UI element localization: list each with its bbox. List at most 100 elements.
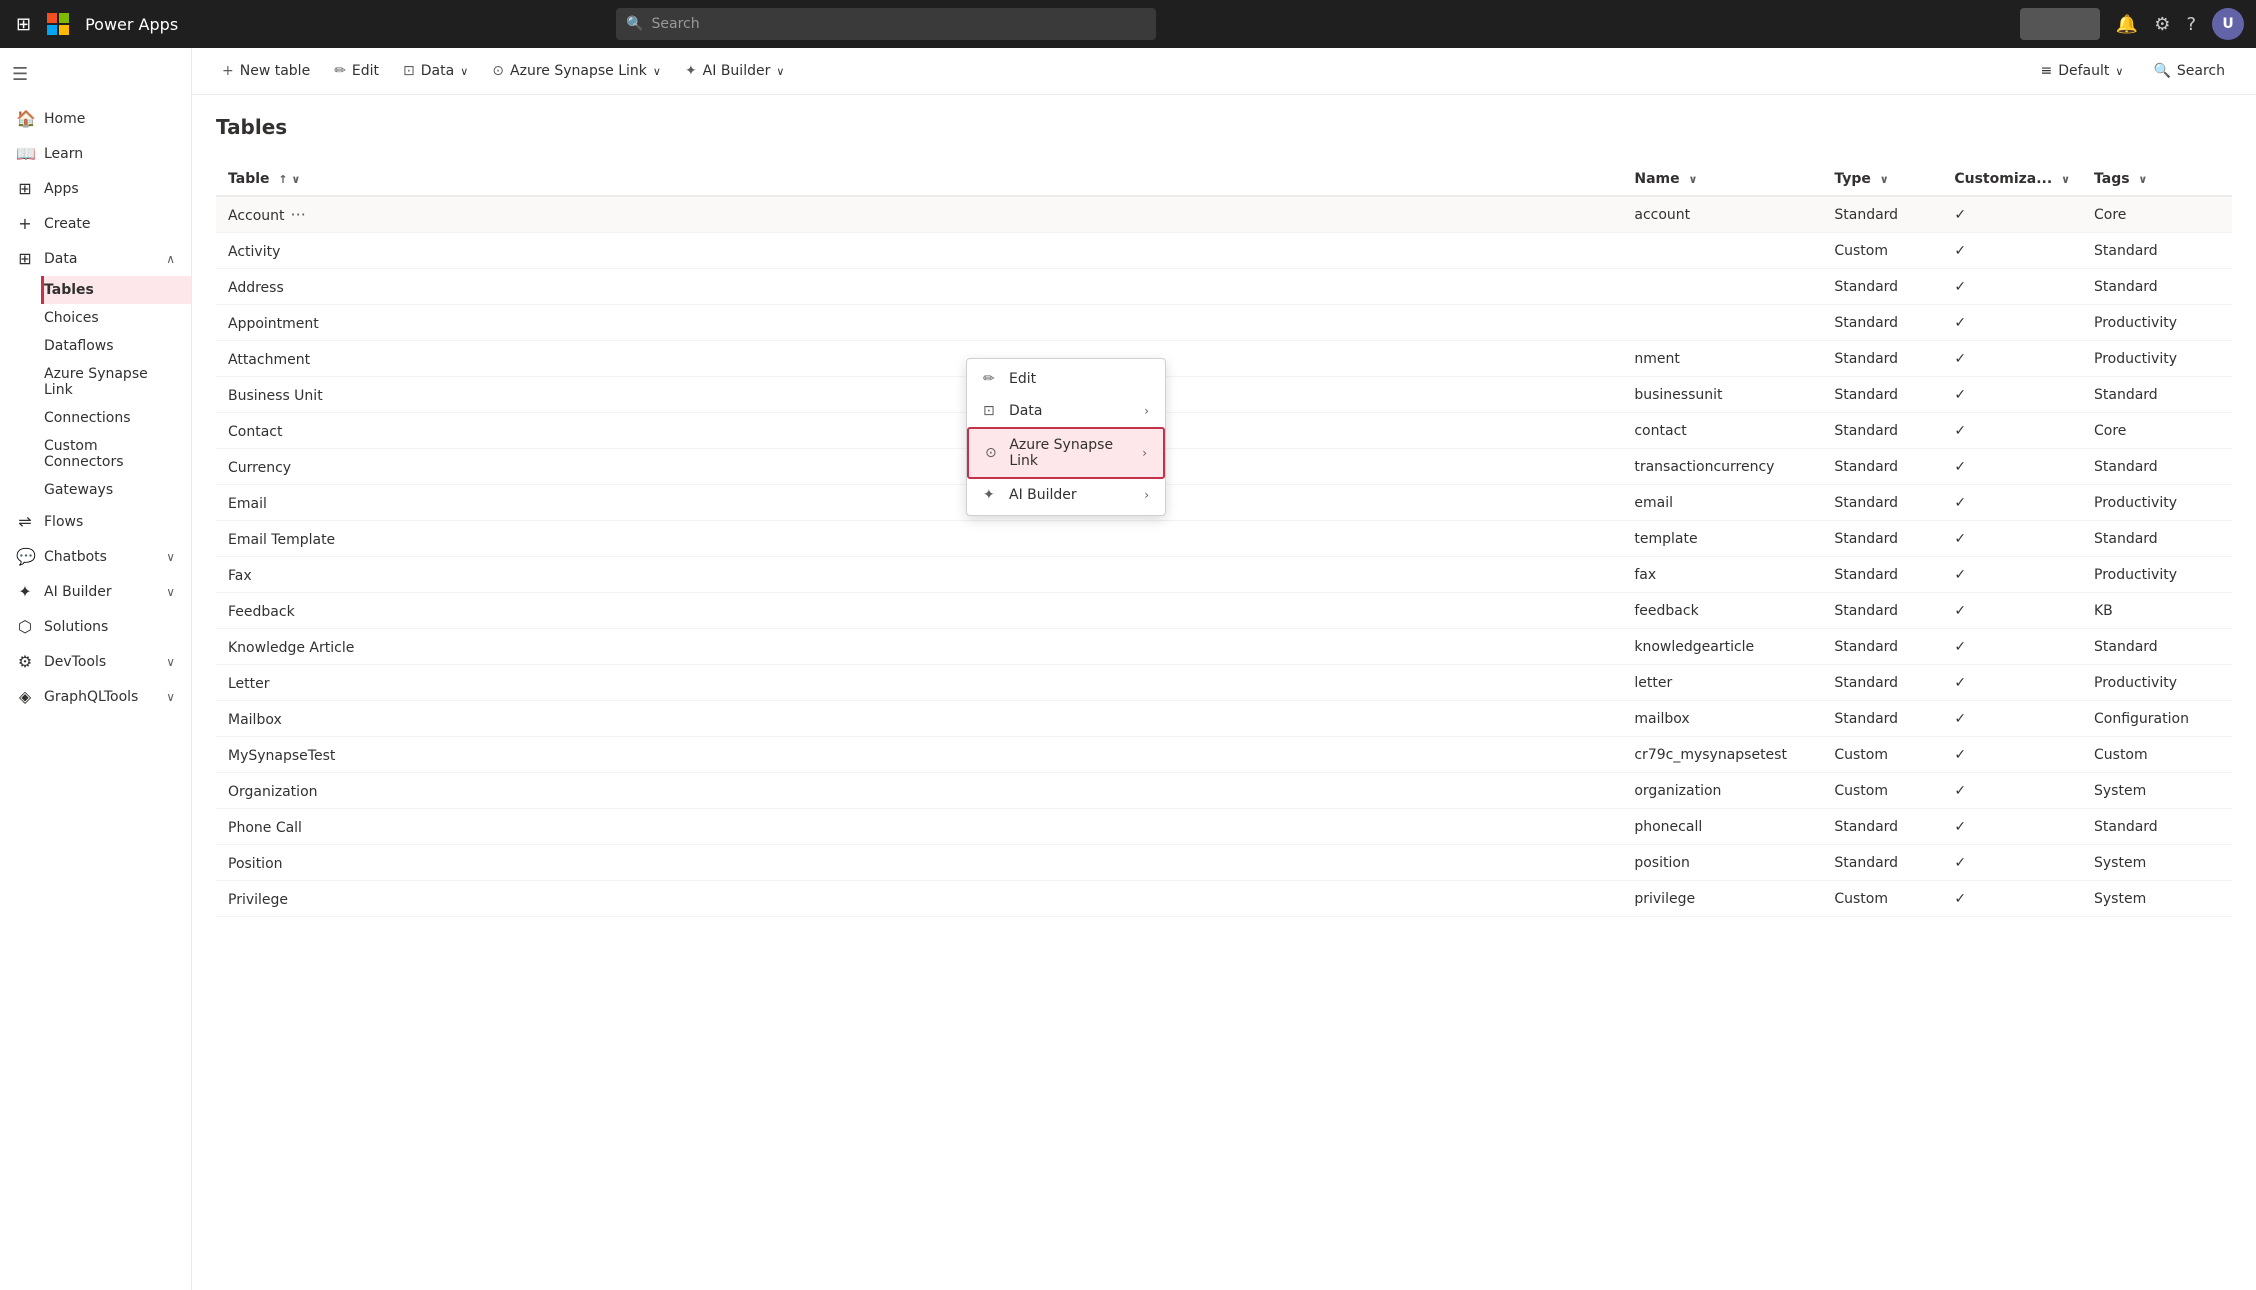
- check-icon: ✓: [1954, 531, 1966, 547]
- cell-type: Standard: [1822, 809, 1942, 845]
- cell-customizable: ✓: [1942, 629, 2082, 665]
- table-row: Mailbox···mailboxStandard✓Configuration: [216, 701, 2232, 737]
- cell-tags: Custom: [2082, 737, 2232, 773]
- create-icon: +: [16, 214, 34, 233]
- table-row: MySynapseTest···cr79c_mysynapsetestCusto…: [216, 737, 2232, 773]
- cell-table-name: Email Template···: [216, 521, 1622, 557]
- help-icon[interactable]: ?: [2186, 14, 2196, 35]
- sidebar-item-label: AI Builder: [44, 584, 112, 600]
- chevron-up-icon: ∧: [166, 252, 175, 266]
- cell-tags: System: [2082, 773, 2232, 809]
- sidebar: ☰ 🏠 Home 📖 Learn ⊞ Apps + Create ⊞ Data …: [0, 48, 192, 1290]
- row-options-button[interactable]: ···: [285, 203, 312, 226]
- sidebar-item-graphqltools[interactable]: ◈ GraphQLTools ∨: [0, 679, 191, 714]
- edit-button[interactable]: ✏ Edit: [324, 57, 389, 85]
- sidebar-sub-item-gateways[interactable]: Gateways: [44, 476, 191, 504]
- cell-customizable: ✓: [1942, 521, 2082, 557]
- cell-name: letter: [1622, 665, 1822, 701]
- cell-name: organization: [1622, 773, 1822, 809]
- context-menu-item-ai-builder[interactable]: ✦ AI Builder ›: [967, 479, 1165, 511]
- sidebar-sub-item-choices[interactable]: Choices: [44, 304, 191, 332]
- data-chevron-icon: ∨: [460, 65, 468, 78]
- check-icon: ✓: [1954, 315, 1966, 331]
- ai-builder-icon: ✦: [685, 63, 697, 79]
- type-sort-icon: ∨: [1880, 173, 1889, 186]
- sidebar-item-data[interactable]: ⊞ Data ∧: [0, 241, 191, 276]
- azure-synapse-link-button[interactable]: ⊙ Azure Synapse Link ∨: [482, 57, 671, 85]
- check-icon: ✓: [1954, 495, 1966, 511]
- customizable-col-label: Customiza...: [1954, 171, 2052, 187]
- sidebar-collapse-button[interactable]: ☰: [0, 56, 191, 93]
- table-row: Attachment···nmentStandard✓Productivity: [216, 341, 2232, 377]
- table-col-header-tags[interactable]: Tags ∨: [2082, 163, 2232, 196]
- top-search-input[interactable]: [652, 16, 1147, 32]
- cell-table-name: Letter···: [216, 665, 1622, 701]
- data-icon: ⊞: [16, 249, 34, 268]
- waffle-icon[interactable]: ⊞: [12, 10, 35, 39]
- table-col-header-customizable[interactable]: Customiza... ∨: [1942, 163, 2082, 196]
- sidebar-top: ☰: [0, 48, 191, 101]
- tags-col-label: Tags: [2094, 171, 2130, 187]
- table-col-label: Table: [228, 171, 270, 187]
- sidebar-item-apps[interactable]: ⊞ Apps: [0, 171, 191, 206]
- sidebar-item-ai-builder[interactable]: ✦ AI Builder ∨: [0, 574, 191, 609]
- sidebar-item-solutions[interactable]: ⬡ Solutions: [0, 609, 191, 644]
- notification-icon[interactable]: 🔔: [2116, 14, 2138, 35]
- chevron-right-icon: ›: [1144, 404, 1149, 418]
- cell-tags: Productivity: [2082, 341, 2232, 377]
- check-icon: ✓: [1954, 783, 1966, 799]
- sidebar-sub-item-dataflows[interactable]: Dataflows: [44, 332, 191, 360]
- cell-table-name: Email···: [216, 485, 1622, 521]
- data-button[interactable]: ⊡ Data ∨: [393, 57, 478, 85]
- sidebar-sub-item-connections[interactable]: Connections: [44, 404, 191, 432]
- cell-name: [1622, 305, 1822, 341]
- sidebar-item-label: Apps: [44, 181, 79, 197]
- table-row: Fax···faxStandard✓Productivity: [216, 557, 2232, 593]
- sidebar-item-create[interactable]: + Create: [0, 206, 191, 241]
- settings-icon[interactable]: ⚙: [2154, 14, 2170, 35]
- search-icon: 🔍: [2153, 63, 2170, 79]
- page-title: Tables: [216, 115, 2232, 139]
- context-menu-item-edit[interactable]: ✏ Edit: [967, 363, 1165, 395]
- check-icon: ✓: [1954, 747, 1966, 763]
- sidebar-sub-item-azure-synapse[interactable]: Azure Synapse Link: [44, 360, 191, 404]
- cell-name: template: [1622, 521, 1822, 557]
- table-col-header-table[interactable]: Table ↑ ∨: [216, 163, 1622, 196]
- user-avatar[interactable]: U: [2212, 8, 2244, 40]
- sidebar-item-label: Learn: [44, 146, 83, 162]
- edit-icon: ✏: [334, 63, 346, 79]
- new-table-button[interactable]: + New table: [212, 57, 320, 85]
- top-search-bar[interactable]: 🔍: [616, 8, 1156, 40]
- sidebar-sub-item-tables[interactable]: Tables: [41, 276, 191, 304]
- table-row: Business Unit···businessunitStandard✓Sta…: [216, 377, 2232, 413]
- azure-synapse-chevron-icon: ∨: [653, 65, 661, 78]
- context-menu-item-data[interactable]: ⊡ Data ›: [967, 395, 1165, 427]
- sidebar-item-label: Data: [44, 251, 77, 267]
- cell-type: Standard: [1822, 557, 1942, 593]
- context-menu-item-azure-synapse[interactable]: ⊙ Azure Synapse Link ›: [967, 427, 1165, 479]
- cell-type: Standard: [1822, 593, 1942, 629]
- edit-icon: ✏: [983, 371, 999, 387]
- sidebar-item-learn[interactable]: 📖 Learn: [0, 136, 191, 171]
- cell-customizable: ✓: [1942, 269, 2082, 305]
- ai-builder-button[interactable]: ✦ AI Builder ∨: [675, 57, 794, 85]
- sidebar-item-home[interactable]: 🏠 Home: [0, 101, 191, 136]
- main-layout: ☰ 🏠 Home 📖 Learn ⊞ Apps + Create ⊞ Data …: [0, 48, 2256, 1290]
- sidebar-item-flows[interactable]: ⇌ Flows: [0, 504, 191, 539]
- default-button[interactable]: ≡ Default ∨: [2030, 56, 2135, 86]
- sidebar-sub-item-custom-connectors[interactable]: Custom Connectors: [44, 432, 191, 476]
- cell-name: [1622, 269, 1822, 305]
- dataflows-label: Dataflows: [44, 338, 114, 354]
- search-button[interactable]: 🔍 Search: [2142, 56, 2236, 86]
- sidebar-item-label: Chatbots: [44, 549, 107, 565]
- table-col-header-type[interactable]: Type ∨: [1822, 163, 1942, 196]
- cell-type: Standard: [1822, 413, 1942, 449]
- sidebar-item-devtools[interactable]: ⚙ DevTools ∨: [0, 644, 191, 679]
- cell-tags: Configuration: [2082, 701, 2232, 737]
- data-sub-menu: Tables Choices Dataflows Azure Synapse L…: [0, 276, 191, 504]
- cell-name: [1622, 233, 1822, 269]
- sidebar-item-label: GraphQLTools: [44, 689, 138, 705]
- table-col-header-name[interactable]: Name ∨: [1622, 163, 1822, 196]
- table-row: Currency···transactioncurrencyStandard✓S…: [216, 449, 2232, 485]
- sidebar-item-chatbots[interactable]: 💬 Chatbots ∨: [0, 539, 191, 574]
